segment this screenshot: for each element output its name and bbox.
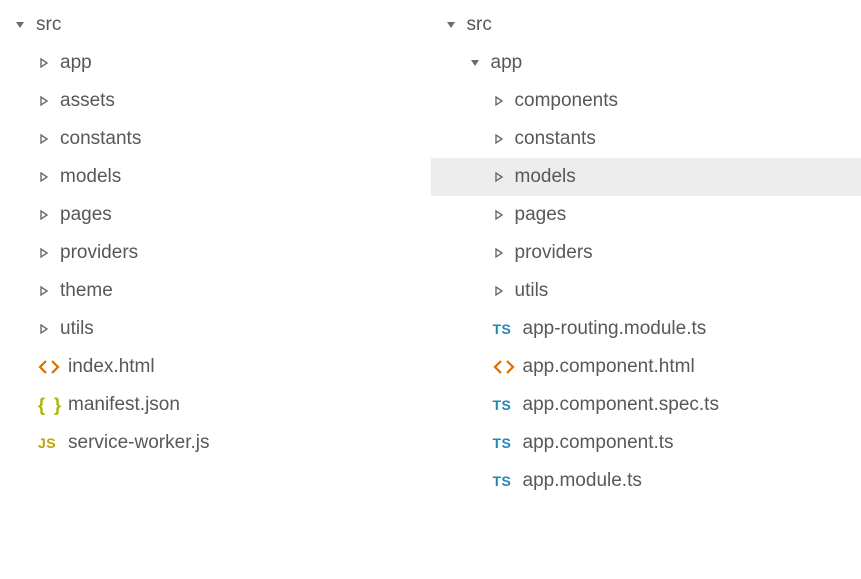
javascript-icon: JS [38, 435, 68, 451]
tree-item-label: app [60, 52, 92, 74]
tree-item-app-module-ts[interactable]: TSapp.module.ts [431, 462, 861, 500]
tree-item-constants[interactable]: constants [431, 120, 861, 158]
tree-item-providers[interactable]: providers [431, 234, 861, 272]
tree-item-label: utils [60, 318, 94, 340]
tree-item-label: components [515, 90, 619, 112]
tree-item-index-html[interactable]: index.html [0, 348, 431, 386]
tree-item-label: pages [60, 204, 112, 226]
chevron-right-icon[interactable] [493, 209, 515, 221]
chevron-down-icon[interactable] [14, 19, 36, 31]
typescript-icon: TS [493, 321, 523, 337]
tree-item-utils[interactable]: utils [0, 310, 431, 348]
tree-item-providers[interactable]: providers [0, 234, 431, 272]
tree-item-label: constants [515, 128, 596, 150]
html-icon [493, 359, 523, 375]
tree-item-pages[interactable]: pages [0, 196, 431, 234]
typescript-icon: TS [493, 397, 523, 413]
tree-item-utils[interactable]: utils [431, 272, 861, 310]
tree-item-label: app [491, 52, 523, 74]
chevron-right-icon[interactable] [38, 247, 60, 259]
tree-item-models[interactable]: models [431, 158, 861, 196]
file-tree-left: src app assets constants models pages provider… [0, 0, 431, 579]
tree-item-components[interactable]: components [431, 82, 861, 120]
chevron-right-icon[interactable] [493, 171, 515, 183]
tree-item-label: constants [60, 128, 141, 150]
chevron-right-icon[interactable] [38, 285, 60, 297]
typescript-icon: TS [493, 473, 523, 489]
tree-item-app-component-html[interactable]: app.component.html [431, 348, 861, 386]
chevron-right-icon[interactable] [493, 285, 515, 297]
tree-item-label: index.html [68, 356, 155, 378]
tree-item-label: app.component.ts [523, 432, 674, 454]
tree-item-label: src [467, 14, 492, 36]
tree-item-label: pages [515, 204, 567, 226]
chevron-right-icon[interactable] [38, 323, 60, 335]
tree-item-assets[interactable]: assets [0, 82, 431, 120]
tree-item-app-routing-module-ts[interactable]: TSapp-routing.module.ts [431, 310, 861, 348]
tree-item-models[interactable]: models [0, 158, 431, 196]
tree-item-app[interactable]: app [431, 44, 861, 82]
chevron-down-icon[interactable] [445, 19, 467, 31]
tree-item-label: utils [515, 280, 549, 302]
chevron-right-icon[interactable] [38, 133, 60, 145]
tree-item-app-component-ts[interactable]: TSapp.component.ts [431, 424, 861, 462]
tree-item-manifest-json[interactable]: { }manifest.json [0, 386, 431, 424]
chevron-right-icon[interactable] [38, 57, 60, 69]
tree-item-service-worker-js[interactable]: JSservice-worker.js [0, 424, 431, 462]
tree-item-app-component-spec-ts[interactable]: TSapp.component.spec.ts [431, 386, 861, 424]
tree-item-label: assets [60, 90, 115, 112]
json-icon: { } [38, 395, 68, 416]
tree-item-label: models [60, 166, 121, 188]
tree-item-label: app.module.ts [523, 470, 642, 492]
chevron-right-icon[interactable] [38, 209, 60, 221]
tree-item-src[interactable]: src [0, 6, 431, 44]
chevron-right-icon[interactable] [38, 95, 60, 107]
chevron-right-icon[interactable] [38, 171, 60, 183]
tree-item-theme[interactable]: theme [0, 272, 431, 310]
file-tree-right: src app components constants models pages prov… [431, 0, 861, 579]
tree-item-src[interactable]: src [431, 6, 861, 44]
tree-item-constants[interactable]: constants [0, 120, 431, 158]
tree-item-label: service-worker.js [68, 432, 209, 454]
tree-item-label: src [36, 14, 61, 36]
tree-item-label: app-routing.module.ts [523, 318, 707, 340]
html-icon [38, 359, 68, 375]
typescript-icon: TS [493, 435, 523, 451]
tree-item-label: manifest.json [68, 394, 180, 416]
tree-item-label: models [515, 166, 576, 188]
chevron-right-icon[interactable] [493, 133, 515, 145]
chevron-down-icon[interactable] [469, 57, 491, 69]
tree-item-label: providers [60, 242, 138, 264]
chevron-right-icon[interactable] [493, 247, 515, 259]
tree-item-pages[interactable]: pages [431, 196, 861, 234]
tree-item-label: app.component.html [523, 356, 695, 378]
tree-item-label: app.component.spec.ts [523, 394, 719, 416]
tree-item-app[interactable]: app [0, 44, 431, 82]
tree-item-label: providers [515, 242, 593, 264]
tree-item-label: theme [60, 280, 113, 302]
chevron-right-icon[interactable] [493, 95, 515, 107]
